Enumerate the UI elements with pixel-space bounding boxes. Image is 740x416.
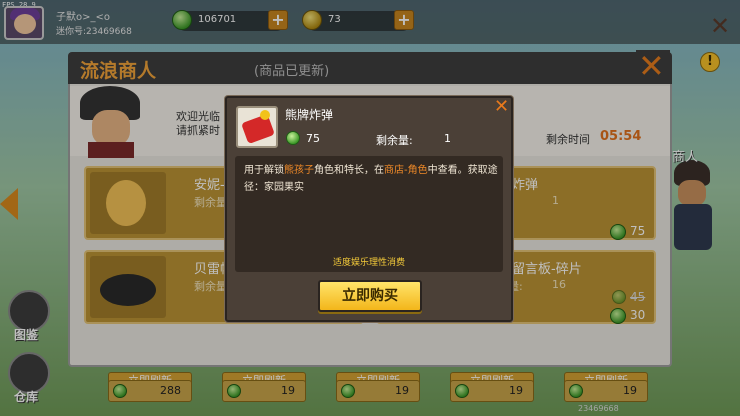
bomb-fuse-icon: [260, 110, 270, 120]
desc-text: 角色和特长，在: [314, 165, 384, 176]
desc-highlight-shop: 商店-角色: [384, 165, 428, 176]
popup-item-name: 熊牌炸弹: [285, 108, 334, 122]
item-description: 用于解锁熊孩子角色和特长，在商店-角色中查看。获取途径：家园果实: [244, 162, 498, 196]
buy-now-button[interactable]: 立即购买: [318, 280, 422, 312]
desc-text: 用于解锁: [244, 165, 284, 176]
item-icon-frame: [236, 106, 278, 148]
popup-close-icon[interactable]: ✕: [494, 98, 509, 116]
desc-highlight-character: 熊孩子: [284, 165, 314, 176]
moderate-play-notice: 适度娱乐理性消费: [332, 258, 405, 268]
popup-stock-label: 剩余量:: [376, 134, 413, 147]
bear-bomb-icon: [241, 113, 275, 145]
popup-stock-value: 1: [444, 132, 451, 145]
popup-item-price: 75: [306, 132, 320, 145]
green-gem-icon: [286, 131, 300, 145]
